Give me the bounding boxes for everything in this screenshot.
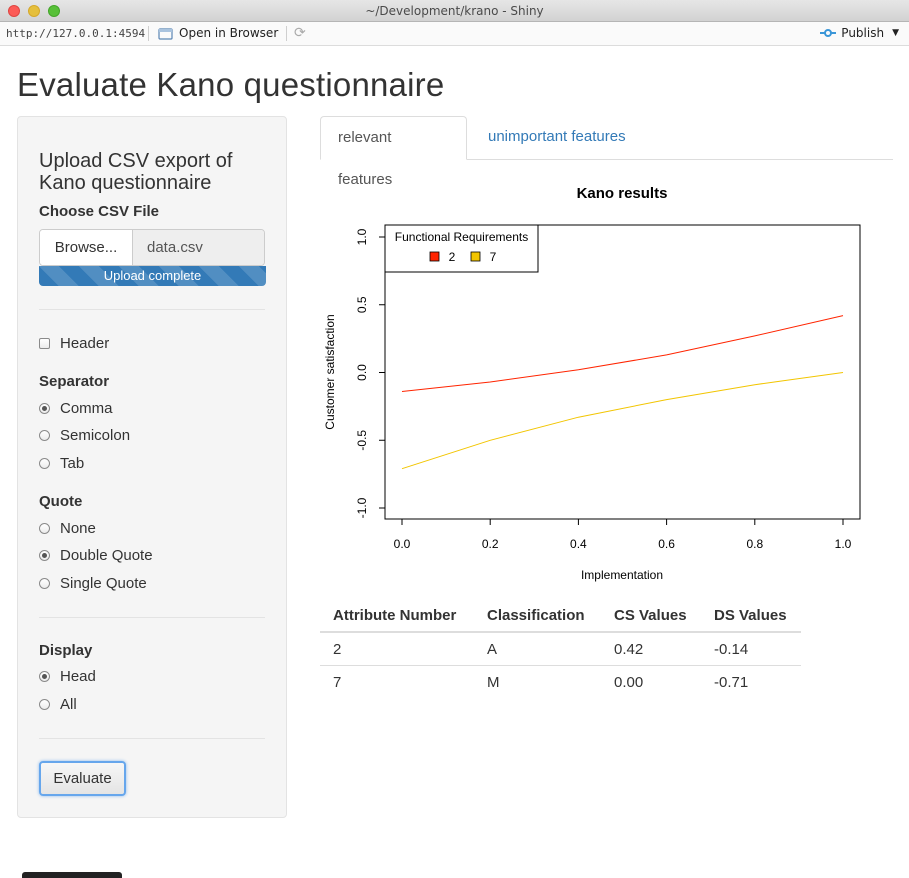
legend-swatch	[470, 251, 481, 262]
file-name-field: data.csv	[133, 230, 264, 265]
chevron-down-icon: ▼	[892, 28, 899, 38]
table-cell: 0.42	[601, 632, 701, 666]
window-titlebar: ~/Development/krano - Shiny	[0, 0, 909, 22]
radio-button[interactable]	[39, 671, 50, 682]
tab-bar: relevant features unimportant features	[320, 116, 893, 188]
y-tick-label: -0.5	[355, 430, 369, 451]
y-tick-label: 0.5	[355, 296, 369, 313]
browse-button[interactable]: Browse...	[40, 230, 133, 265]
y-tick-label: 1.0	[355, 228, 369, 245]
column-header: CS Values	[601, 600, 701, 633]
page-title: Evaluate Kano questionnaire	[17, 66, 445, 103]
file-input-label: Choose CSV File	[39, 203, 160, 220]
quote-option-none[interactable]: None	[39, 520, 96, 537]
upload-progress-bar: Upload complete	[39, 266, 266, 286]
x-axis-label: Implementation	[581, 568, 663, 582]
kano-results-chart: Kano results 0.0 0.2 0.4 0.6 0.8 1.0 -1.0 -0.5 0.…	[323, 185, 861, 582]
y-tick-label: 0.0	[355, 364, 369, 381]
tab-relevant-features[interactable]: relevant features	[320, 116, 467, 188]
display-option-all[interactable]: All	[39, 696, 77, 713]
radio-label: None	[60, 520, 96, 537]
radio-button[interactable]	[39, 578, 50, 589]
x-tick-label: 0.8	[746, 537, 763, 551]
quote-option-double[interactable]: Double Quote	[39, 547, 153, 564]
table-cell: 0.00	[614, 673, 644, 691]
radio-label: Head	[60, 668, 96, 685]
radio-label: All	[60, 696, 77, 713]
legend-label: 7	[490, 250, 497, 264]
window-title: ~/Development/krano - Shiny	[365, 4, 544, 18]
upload-heading: Upload CSV export of Kano questionnaire	[39, 150, 233, 194]
y-axis-label: Customer satisfaction	[323, 314, 337, 429]
refresh-icon[interactable]: ⟳	[294, 25, 310, 41]
radio-button[interactable]	[39, 403, 50, 414]
radio-label: Tab	[60, 455, 85, 472]
url-text: http://127.0.0.1:4594	[6, 27, 146, 40]
divider	[39, 617, 265, 618]
open-in-browser-button[interactable]: Open in Browser	[158, 26, 278, 40]
table-row: 7 M 0.00 -0.71	[320, 666, 801, 699]
separator-option-semicolon[interactable]: Semicolon	[39, 427, 130, 444]
column-header: DS Values	[701, 600, 801, 633]
x-tick-label: 0.0	[394, 537, 411, 551]
radio-label: Double Quote	[60, 547, 153, 564]
publish-button[interactable]: Publish ▼	[819, 26, 899, 40]
series-line-7	[401, 372, 844, 470]
column-header: Classification	[474, 600, 601, 633]
browser-icon	[158, 27, 173, 40]
tab-unimportant-features[interactable]: unimportant features	[471, 116, 643, 160]
separator-option-tab[interactable]: Tab	[39, 455, 84, 472]
results-table: Attribute Number Classification CS Value…	[320, 600, 801, 698]
x-tick-label: 0.4	[570, 537, 587, 551]
column-header: Attribute Number	[320, 600, 474, 633]
radio-button[interactable]	[39, 430, 50, 441]
publish-icon	[820, 29, 837, 37]
viewer-toolbar: http://127.0.0.1:4594 Open in Browser ⟳ …	[0, 22, 909, 46]
table-cell: -0.14	[701, 632, 801, 666]
header-checkbox-row[interactable]: Header	[39, 335, 109, 352]
header-label: Header	[60, 335, 110, 352]
radio-label: Semicolon	[60, 427, 131, 444]
x-tick-label: 1.0	[835, 537, 852, 551]
open-in-browser-label: Open in Browser	[179, 26, 279, 40]
chart-title: Kano results	[577, 185, 668, 202]
legend-label: 2	[449, 250, 456, 264]
table-header-row: Attribute Number Classification CS Value…	[320, 600, 801, 633]
x-tick-label: 0.6	[658, 537, 675, 551]
table-cell: M	[487, 673, 500, 691]
divider	[39, 309, 265, 310]
quote-option-single[interactable]: Single Quote	[39, 575, 147, 592]
table-cell: 2	[320, 632, 474, 666]
separator-option-comma[interactable]: Comma	[39, 400, 113, 417]
table-row: 2 A 0.42 -0.14	[320, 632, 801, 666]
divider	[39, 738, 265, 739]
table-cell: 7	[333, 673, 342, 691]
radio-label: Comma	[60, 400, 113, 417]
table-cell: A	[474, 632, 601, 666]
legend-title: Functional Requirements	[395, 230, 528, 244]
y-tick-label: -1.0	[355, 497, 369, 518]
radio-button[interactable]	[39, 458, 50, 469]
quote-label: Quote	[39, 493, 83, 510]
table-cell: -0.71	[714, 673, 749, 691]
evaluate-button[interactable]: Evaluate	[39, 761, 126, 796]
sidebar-panel: Upload CSV export of Kano questionnaire …	[17, 116, 287, 818]
radio-button[interactable]	[39, 699, 50, 710]
radio-button[interactable]	[39, 550, 50, 561]
header-checkbox[interactable]	[39, 338, 50, 349]
legend-swatch	[429, 251, 440, 262]
file-input: Browse... data.csv	[39, 229, 265, 266]
separator-label: Separator	[39, 373, 110, 390]
display-option-head[interactable]: Head	[39, 668, 96, 685]
publish-label: Publish	[841, 26, 885, 40]
display-label: Display	[39, 642, 93, 659]
x-tick-label: 0.2	[482, 537, 499, 551]
radio-label: Single Quote	[60, 575, 147, 592]
toolbar-divider	[286, 26, 287, 41]
toolbar-divider	[148, 26, 149, 41]
window-edge-fragment	[22, 872, 122, 878]
series-line-2	[401, 315, 844, 392]
radio-button[interactable]	[39, 523, 50, 534]
